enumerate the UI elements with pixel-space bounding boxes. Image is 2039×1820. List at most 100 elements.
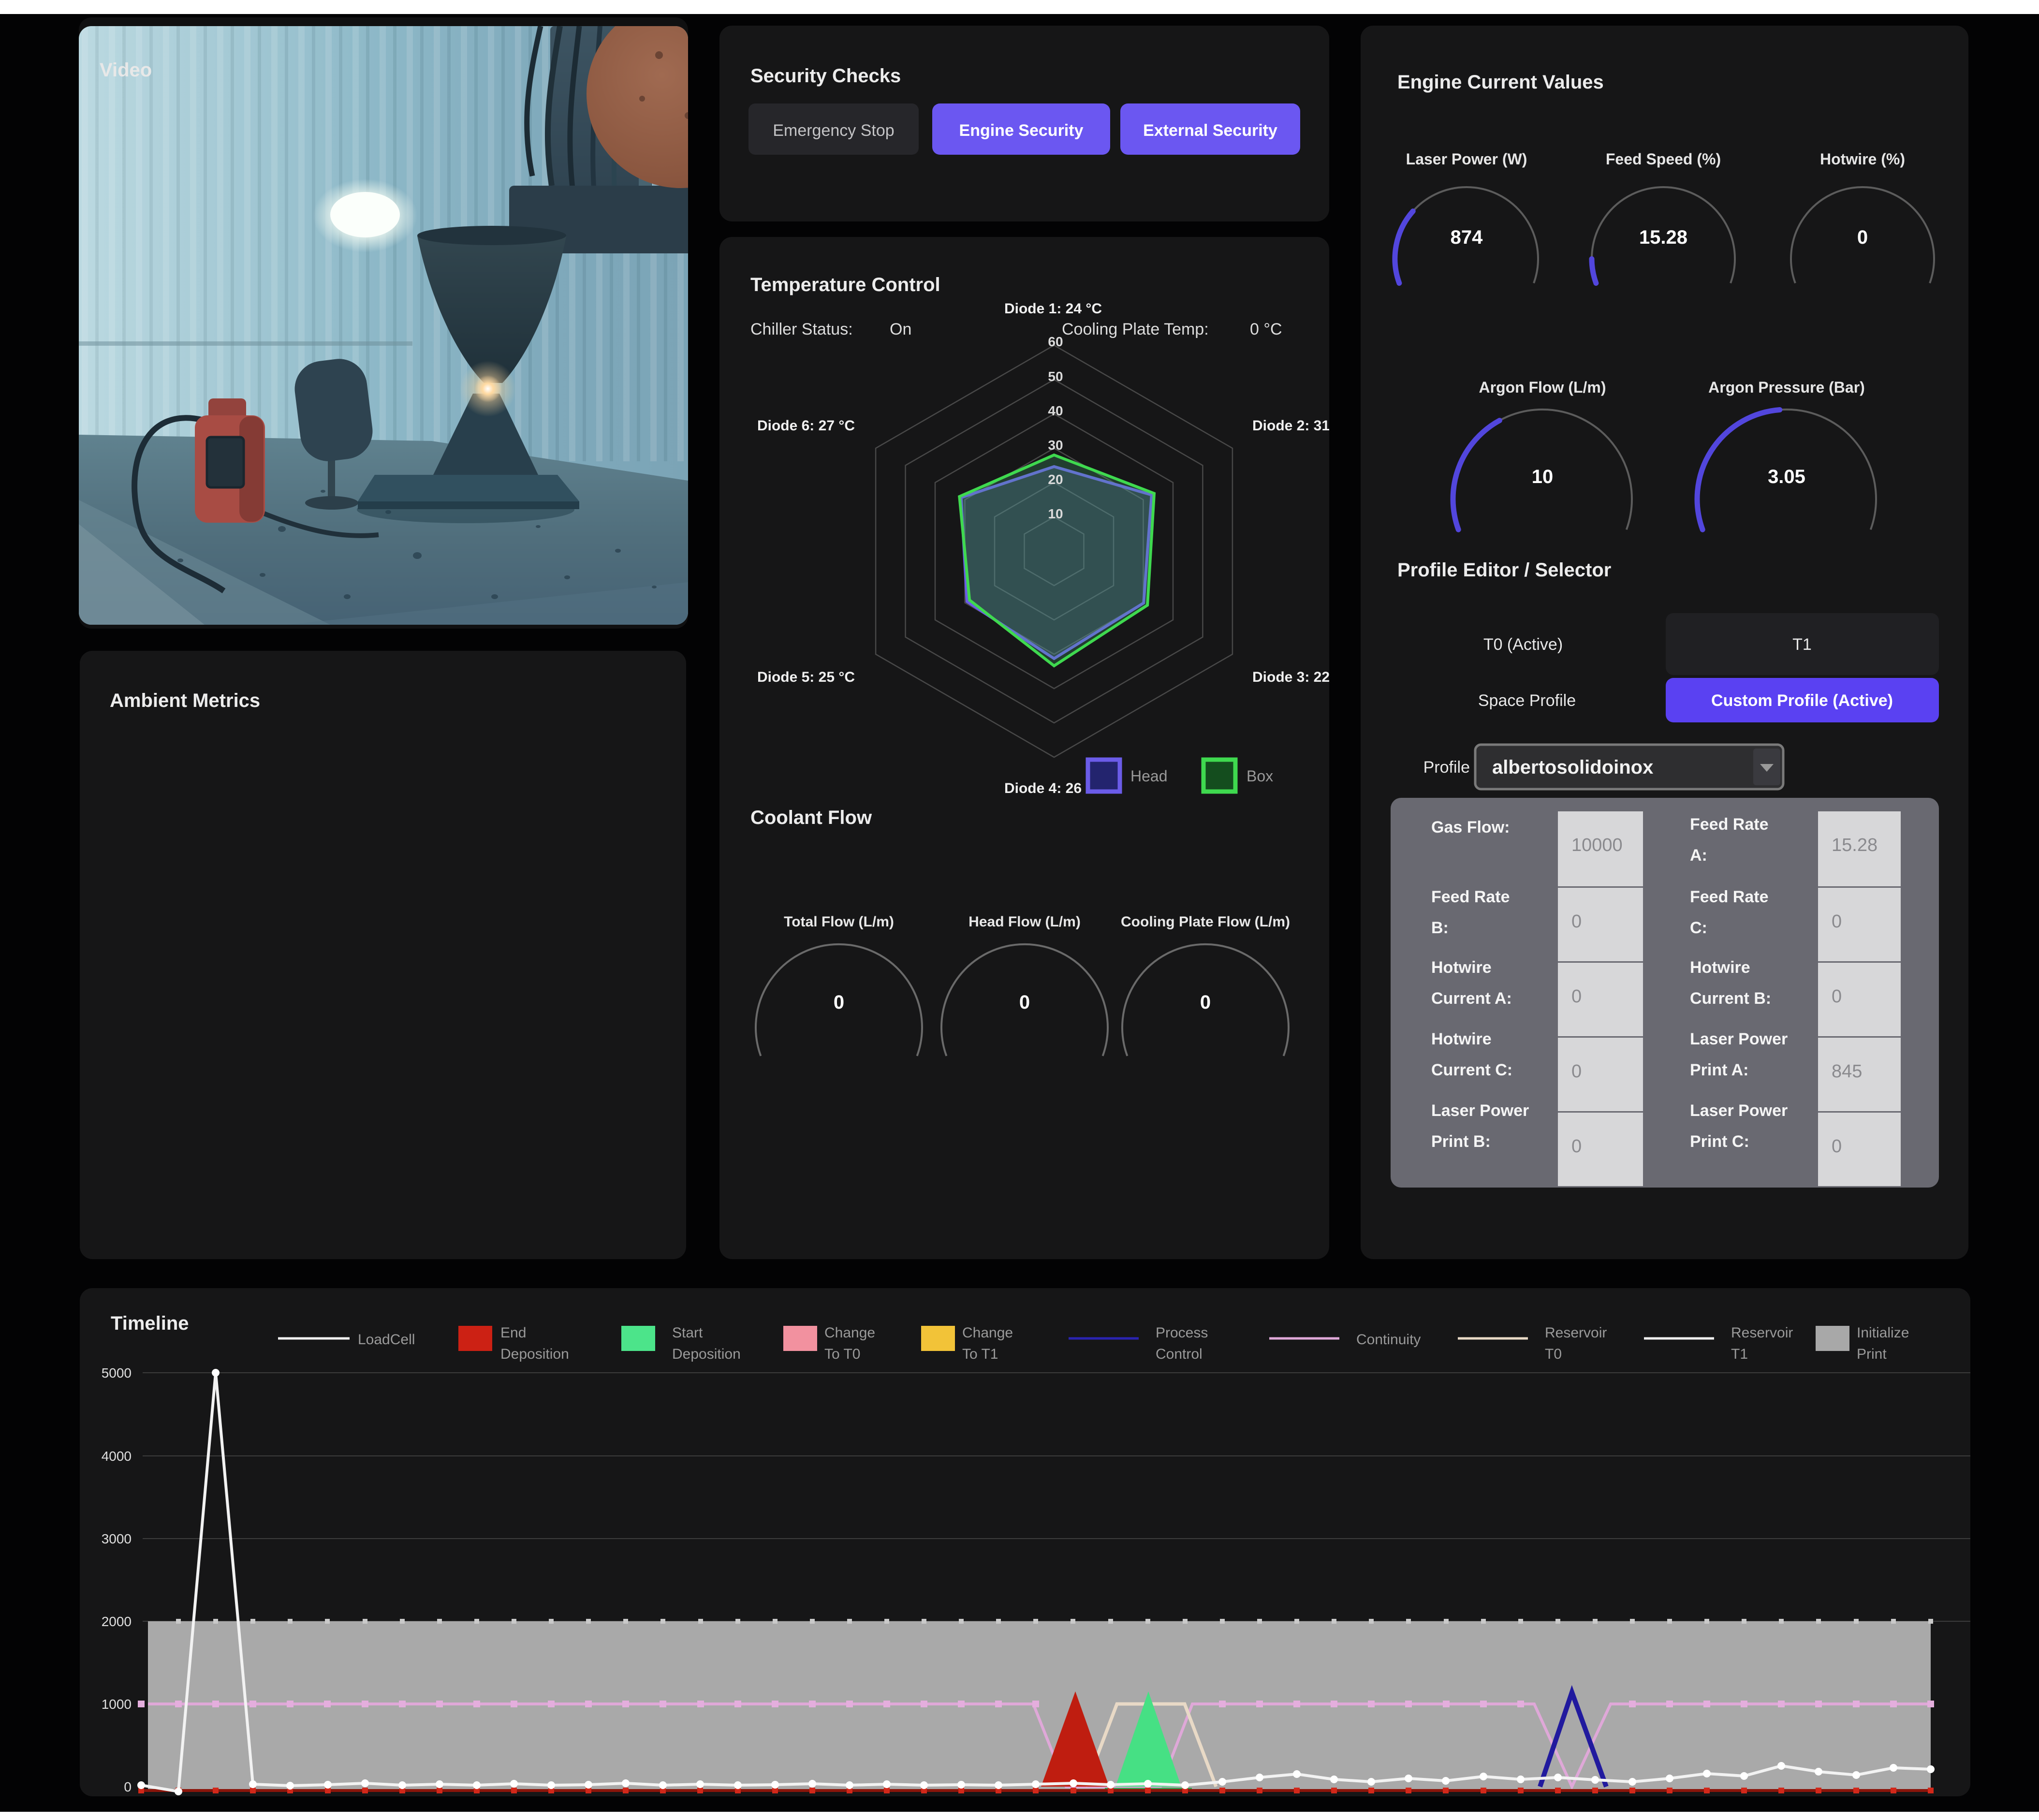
svg-text:Gas Flow:: Gas Flow: bbox=[1431, 818, 1510, 837]
svg-text:Custom Profile (Active): Custom Profile (Active) bbox=[1711, 691, 1893, 710]
svg-text:Print A:: Print A: bbox=[1690, 1061, 1749, 1079]
svg-text:Box: Box bbox=[1247, 767, 1273, 785]
svg-text:Total Flow (L/m): Total Flow (L/m) bbox=[784, 914, 894, 930]
svg-text:Laser Power (W): Laser Power (W) bbox=[1406, 150, 1527, 168]
svg-text:0: 0 bbox=[1857, 227, 1868, 248]
svg-text:T0: T0 bbox=[1545, 1346, 1562, 1362]
svg-text:A:: A: bbox=[1690, 846, 1707, 865]
svg-text:Deposition: Deposition bbox=[500, 1346, 569, 1362]
svg-text:20: 20 bbox=[1048, 472, 1063, 487]
svg-text:Hotwire: Hotwire bbox=[1431, 1030, 1492, 1048]
svg-text:Chiller Status:: Chiller Status: bbox=[750, 320, 853, 338]
svg-text:10: 10 bbox=[1048, 506, 1063, 521]
svg-text:15.28: 15.28 bbox=[1832, 835, 1878, 855]
svg-text:Laser Power: Laser Power bbox=[1690, 1101, 1788, 1120]
svg-text:40: 40 bbox=[1048, 403, 1063, 418]
svg-text:Coolant Flow: Coolant Flow bbox=[750, 807, 872, 828]
svg-text:Initialize: Initialize bbox=[1857, 1325, 1909, 1341]
svg-text:0: 0 bbox=[1571, 1061, 1582, 1082]
svg-text:Argon Pressure (Bar): Argon Pressure (Bar) bbox=[1708, 379, 1865, 396]
svg-text:10000: 10000 bbox=[1571, 835, 1623, 855]
svg-text:Current B:: Current B: bbox=[1690, 989, 1771, 1008]
svg-text:845: 845 bbox=[1832, 1061, 1862, 1082]
svg-text:Engine Current Values: Engine Current Values bbox=[1397, 72, 1604, 93]
svg-text:60: 60 bbox=[1048, 334, 1063, 349]
svg-text:External Security: External Security bbox=[1143, 121, 1277, 140]
svg-text:Emergency Stop: Emergency Stop bbox=[773, 121, 894, 140]
svg-text:Cooling Plate Temp:: Cooling Plate Temp: bbox=[1062, 320, 1209, 338]
svg-text:Diode 5: 25 °C: Diode 5: 25 °C bbox=[757, 669, 855, 685]
svg-text:2000: 2000 bbox=[102, 1614, 132, 1629]
svg-text:Current C:: Current C: bbox=[1431, 1061, 1512, 1079]
svg-text:T1: T1 bbox=[1731, 1346, 1748, 1362]
svg-text:B:: B: bbox=[1431, 919, 1449, 937]
svg-text:Profile: Profile bbox=[1423, 758, 1470, 777]
svg-text:Feed Rate: Feed Rate bbox=[1431, 888, 1510, 906]
svg-text:Hotwire (%): Hotwire (%) bbox=[1820, 150, 1905, 168]
svg-text:Change: Change bbox=[962, 1325, 1013, 1341]
svg-text:Hotwire: Hotwire bbox=[1431, 958, 1492, 977]
svg-text:Print C:: Print C: bbox=[1690, 1132, 1749, 1151]
svg-text:Engine Security: Engine Security bbox=[959, 121, 1084, 140]
svg-text:T0 (Active): T0 (Active) bbox=[1483, 635, 1563, 654]
svg-text:Reservoir: Reservoir bbox=[1731, 1325, 1793, 1341]
svg-text:Print B:: Print B: bbox=[1431, 1132, 1491, 1151]
svg-text:0: 0 bbox=[1832, 986, 1842, 1007]
svg-text:To T0: To T0 bbox=[824, 1346, 861, 1362]
svg-text:Video: Video bbox=[100, 59, 152, 81]
svg-text:Feed Rate: Feed Rate bbox=[1690, 815, 1769, 834]
svg-text:Control: Control bbox=[1156, 1346, 1203, 1362]
svg-text:Laser Power: Laser Power bbox=[1431, 1101, 1529, 1120]
svg-text:Change: Change bbox=[824, 1325, 875, 1341]
svg-text:0 °C: 0 °C bbox=[1250, 320, 1282, 338]
svg-text:Process: Process bbox=[1156, 1325, 1208, 1341]
svg-text:Diode 6: 27 °C: Diode 6: 27 °C bbox=[757, 418, 855, 434]
svg-text:15.28: 15.28 bbox=[1639, 227, 1687, 248]
svg-text:Hotwire: Hotwire bbox=[1690, 958, 1750, 977]
svg-text:3.05: 3.05 bbox=[1768, 466, 1805, 487]
svg-text:30: 30 bbox=[1048, 438, 1063, 453]
svg-text:Print: Print bbox=[1857, 1346, 1887, 1362]
svg-text:0: 0 bbox=[834, 992, 844, 1013]
svg-text:Feed Rate: Feed Rate bbox=[1690, 888, 1769, 906]
svg-text:LoadCell: LoadCell bbox=[358, 1332, 415, 1348]
svg-text:0: 0 bbox=[1200, 992, 1211, 1013]
svg-text:C:: C: bbox=[1690, 919, 1707, 937]
svg-text:5000: 5000 bbox=[102, 1365, 132, 1380]
svg-text:0: 0 bbox=[1571, 1136, 1582, 1157]
svg-text:To T1: To T1 bbox=[962, 1346, 998, 1362]
svg-text:End: End bbox=[500, 1325, 526, 1341]
svg-text:Cooling Plate Flow (L/m): Cooling Plate Flow (L/m) bbox=[1121, 914, 1290, 930]
svg-text:0: 0 bbox=[1571, 911, 1582, 932]
svg-text:On: On bbox=[890, 320, 911, 338]
svg-text:Temperature Control: Temperature Control bbox=[750, 274, 940, 295]
svg-text:0: 0 bbox=[1019, 992, 1030, 1013]
svg-text:Head: Head bbox=[1130, 767, 1168, 785]
svg-text:4000: 4000 bbox=[102, 1449, 132, 1464]
svg-text:0: 0 bbox=[1832, 911, 1842, 932]
svg-text:10: 10 bbox=[1532, 466, 1554, 487]
svg-text:Current A:: Current A: bbox=[1431, 989, 1512, 1008]
svg-text:0: 0 bbox=[124, 1779, 132, 1794]
svg-text:Security Checks: Security Checks bbox=[750, 65, 901, 87]
svg-text:Ambient Metrics: Ambient Metrics bbox=[110, 690, 260, 711]
svg-text:Reservoir: Reservoir bbox=[1545, 1325, 1607, 1341]
svg-text:3000: 3000 bbox=[102, 1531, 132, 1546]
svg-text:T1: T1 bbox=[1792, 635, 1812, 654]
svg-text:albertosolidoinox: albertosolidoinox bbox=[1492, 757, 1653, 778]
svg-text:Feed Speed (%): Feed Speed (%) bbox=[1606, 150, 1721, 168]
svg-text:Laser Power: Laser Power bbox=[1690, 1030, 1788, 1048]
svg-text:Start: Start bbox=[672, 1325, 703, 1341]
svg-text:0: 0 bbox=[1832, 1136, 1842, 1157]
svg-text:1000: 1000 bbox=[102, 1697, 132, 1712]
svg-text:Profile Editor / Selector: Profile Editor / Selector bbox=[1397, 559, 1611, 581]
svg-text:Diode 1: 24 °C: Diode 1: 24 °C bbox=[1004, 301, 1102, 317]
svg-text:Deposition: Deposition bbox=[672, 1346, 741, 1362]
svg-text:Argon Flow (L/m): Argon Flow (L/m) bbox=[1479, 379, 1606, 396]
svg-text:Space Profile: Space Profile bbox=[1478, 691, 1576, 710]
svg-text:0: 0 bbox=[1571, 986, 1582, 1007]
svg-text:Continuity: Continuity bbox=[1356, 1332, 1421, 1348]
svg-text:874: 874 bbox=[1451, 227, 1483, 248]
svg-text:Timeline: Timeline bbox=[111, 1313, 189, 1334]
svg-text:50: 50 bbox=[1048, 369, 1063, 384]
